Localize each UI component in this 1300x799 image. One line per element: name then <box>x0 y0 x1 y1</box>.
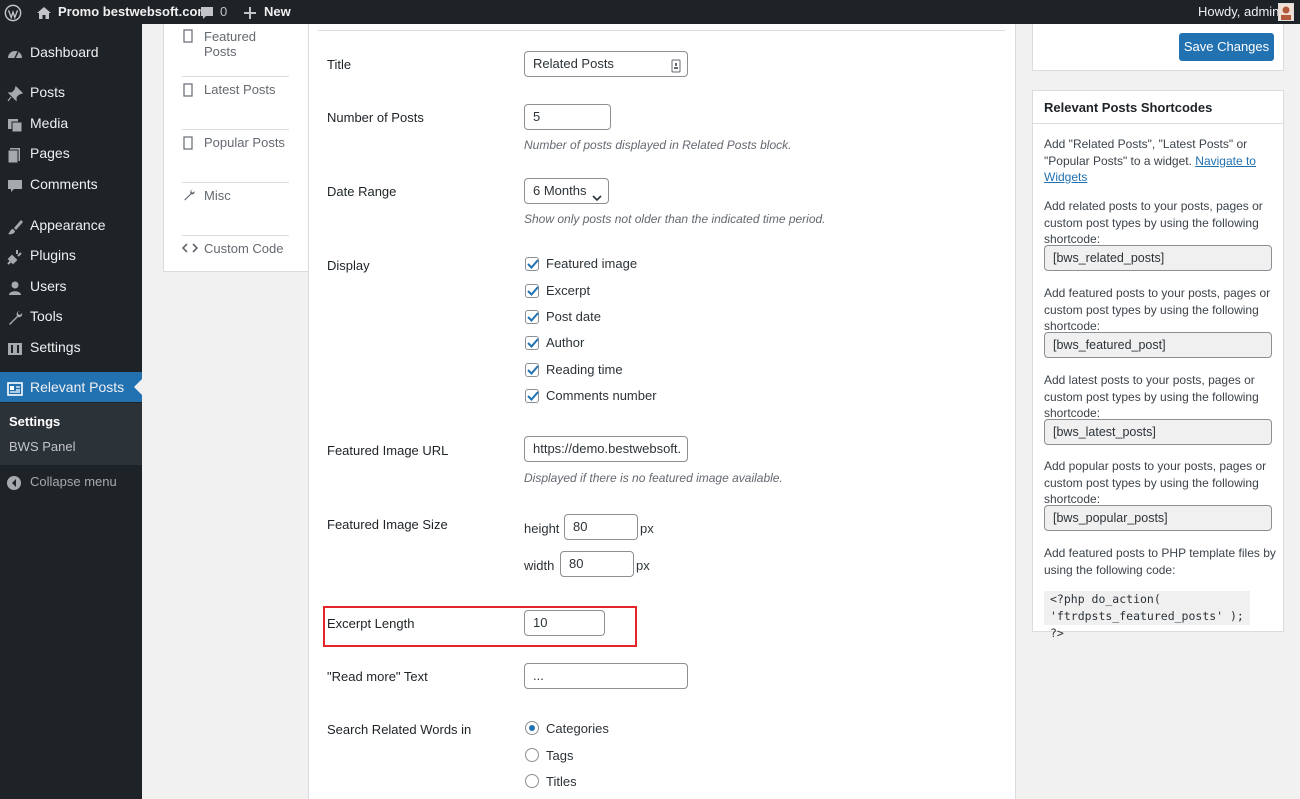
home-icon[interactable] <box>36 0 52 24</box>
radio-selected[interactable] <box>525 721 539 735</box>
site-name-link[interactable]: Promo bestwebsoft.com <box>58 0 209 24</box>
featured-image-url-description: Displayed if there is no featured image … <box>524 471 783 485</box>
document-icon <box>182 29 194 46</box>
document-icon <box>182 83 194 100</box>
collapse-menu-button[interactable]: Collapse menu <box>0 467 142 497</box>
settings-form: Title Related Posts Number of Posts 5 Nu… <box>308 24 1016 799</box>
featured-shortcode-text: Add featured posts to your posts, pages … <box>1044 286 1271 333</box>
latest-shortcode-field[interactable]: [bws_latest_posts] <box>1044 419 1272 445</box>
brush-icon <box>6 216 24 235</box>
image-width-input[interactable]: 80 <box>560 551 634 577</box>
checkbox-checked[interactable] <box>525 336 539 350</box>
php-code-text: Add featured posts to PHP template files… <box>1044 546 1276 577</box>
save-changes-button[interactable]: Save Changes <box>1179 33 1274 61</box>
sidebar-item-settings[interactable]: Settings <box>0 332 142 362</box>
sidebar-item-dashboard[interactable]: Dashboard <box>0 37 142 67</box>
latest-shortcode-text: Add latest posts to your posts, pages or… <box>1044 373 1259 420</box>
number-of-posts-input[interactable]: 5 <box>524 104 611 130</box>
date-range-label: Date Range <box>327 184 397 199</box>
wordpress-logo-icon[interactable] <box>4 0 22 24</box>
tab-latest-posts[interactable]: Latest Posts <box>182 77 289 130</box>
comment-icon <box>6 175 24 193</box>
user-icon <box>6 277 24 295</box>
checkbox-checked[interactable] <box>525 257 539 271</box>
checkbox-checked[interactable] <box>525 389 539 403</box>
sidebar-item-users[interactable]: Users <box>0 271 142 301</box>
chevron-down-icon <box>592 186 602 203</box>
settings-tabs: Featured Posts Latest Posts Popular Post… <box>163 24 308 272</box>
relevant-posts-submenu: Settings BWS Panel <box>0 403 142 465</box>
shortcodes-intro: Add "Related Posts", "Latest Posts" or "… <box>1044 137 1256 184</box>
sidebar-item-posts[interactable]: Posts <box>0 77 142 107</box>
checkbox-checked[interactable] <box>525 284 539 298</box>
howdy-greeting[interactable]: Howdy, admin <box>1198 0 1279 24</box>
field-autofill-icon <box>671 57 681 76</box>
media-icon <box>6 114 24 133</box>
search-related-label: Search Related Words in <box>327 722 472 737</box>
admin-sidebar: Dashboard Posts Media Pages Comments App… <box>0 24 142 799</box>
width-label: width <box>524 558 555 573</box>
date-range-select[interactable]: 6 Months <box>524 178 609 204</box>
php-code-snippet[interactable]: <?php do_action( 'ftrdpsts_featured_post… <box>1044 591 1250 640</box>
sidebar-item-comments[interactable]: Comments <box>0 169 142 199</box>
pages-icon <box>6 144 24 164</box>
height-unit: px <box>640 521 654 536</box>
tab-custom-code[interactable]: Custom Code <box>181 236 289 289</box>
sidebar-item-pages[interactable]: Pages <box>0 138 142 168</box>
sidebar-item-relevant-posts[interactable]: Relevant Posts <box>0 372 142 402</box>
wrench-icon <box>182 188 196 205</box>
title-input[interactable]: Related Posts <box>524 51 688 77</box>
featured-image-url-label: Featured Image URL <box>327 443 449 458</box>
document-icon <box>182 136 194 153</box>
submenu-item-settings[interactable]: Settings <box>9 414 60 429</box>
title-label: Title <box>327 57 352 72</box>
radio-unselected[interactable] <box>525 748 539 762</box>
popular-shortcode-field[interactable]: [bws_popular_posts] <box>1044 505 1272 531</box>
radio-unselected[interactable] <box>525 774 539 788</box>
plus-icon[interactable] <box>243 0 257 24</box>
wrench-icon <box>6 307 24 325</box>
collapse-arrow-icon <box>6 473 24 491</box>
pin-icon <box>6 83 24 102</box>
code-icon <box>181 241 199 258</box>
submenu-item-bws-panel[interactable]: BWS Panel <box>9 439 75 454</box>
date-range-description: Show only posts not older than the indic… <box>524 212 826 226</box>
shortcodes-header: Relevant Posts Shortcodes <box>1033 91 1283 124</box>
related-shortcode-text: Add related posts to your posts, pages o… <box>1044 199 1263 246</box>
read-more-input[interactable]: ... <box>524 663 688 689</box>
featured-image-size-label: Featured Image Size <box>327 517 448 532</box>
read-more-label: "Read more" Text <box>327 669 428 684</box>
sidebar-item-appearance[interactable]: Appearance <box>0 210 142 240</box>
image-height-input[interactable]: 80 <box>564 514 638 540</box>
shortcodes-box: Relevant Posts Shortcodes Add "Related P… <box>1032 90 1284 640</box>
number-of-posts-label: Number of Posts <box>327 110 424 125</box>
comments-count[interactable]: 0 <box>220 0 227 24</box>
excerpt-length-highlight-box <box>323 606 637 647</box>
width-unit: px <box>636 558 650 573</box>
number-of-posts-description: Number of posts displayed in Related Pos… <box>524 138 792 152</box>
tab-featured-posts[interactable]: Featured Posts <box>182 24 289 77</box>
checkbox-checked[interactable] <box>525 310 539 324</box>
comments-icon[interactable] <box>199 0 215 24</box>
height-label: height <box>524 521 560 536</box>
new-content-link[interactable]: New <box>264 0 291 24</box>
plug-icon <box>6 246 24 265</box>
tab-popular-posts[interactable]: Popular Posts <box>182 130 289 183</box>
settings-icon <box>6 338 24 356</box>
featured-image-url-input[interactable]: https://demo.bestwebsoft. <box>524 436 688 462</box>
featured-shortcode-field[interactable]: [bws_featured_post] <box>1044 332 1272 358</box>
sidebar-item-media[interactable]: Media <box>0 108 142 138</box>
admin-bar: Promo bestwebsoft.com 0 New Howdy, admin <box>0 0 1300 24</box>
display-label: Display <box>327 258 370 273</box>
relevant-posts-icon <box>6 378 24 396</box>
related-shortcode-field[interactable]: [bws_related_posts] <box>1044 245 1272 271</box>
avatar[interactable] <box>1278 3 1294 21</box>
sidebar-item-plugins[interactable]: Plugins <box>0 240 142 270</box>
sidebar-item-tools[interactable]: Tools <box>0 301 142 331</box>
dashboard-icon <box>6 43 24 61</box>
tab-misc[interactable]: Misc <box>182 183 289 236</box>
popular-shortcode-text: Add popular posts to your posts, pages o… <box>1044 459 1267 506</box>
checkbox-checked[interactable] <box>525 363 539 377</box>
